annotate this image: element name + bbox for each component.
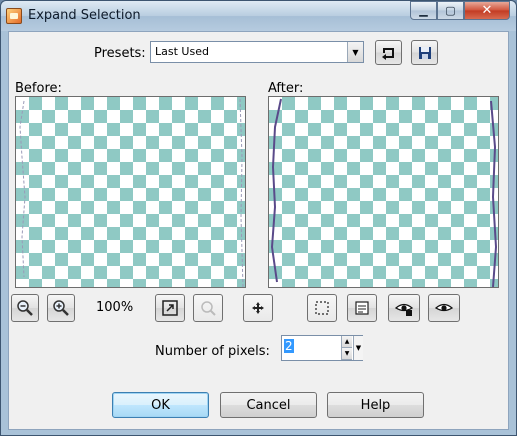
proof-window-button[interactable]: [347, 294, 377, 322]
zoom-level: 100%: [96, 300, 134, 315]
minimize-button[interactable]: ▁: [410, 1, 437, 20]
close-button[interactable]: ✕: [464, 1, 510, 20]
auto-proof-eye-icon: [395, 303, 413, 316]
pan-move-icon: [252, 302, 264, 314]
app-icon: [6, 8, 22, 24]
reset-preset-button[interactable]: [375, 40, 402, 65]
reset-arrow-icon: [381, 47, 394, 60]
selection-marquee-button[interactable]: [307, 294, 337, 322]
cancel-button[interactable]: Cancel: [220, 392, 317, 418]
zoom-out-button[interactable]: [11, 294, 39, 322]
presets-label: Presets:: [94, 46, 146, 61]
help-button[interactable]: Help: [327, 392, 424, 418]
zoom-in-icon: [53, 300, 69, 316]
number-of-pixels-value[interactable]: 2: [284, 339, 294, 353]
floppy-save-icon: [418, 46, 431, 59]
zoom-actual-button[interactable]: [193, 294, 223, 322]
before-label: Before:: [15, 81, 62, 96]
number-of-pixels-label: Number of pixels:: [155, 344, 270, 359]
ok-button[interactable]: OK: [112, 392, 209, 418]
dialog-body: Presets: Last Used ▼ Before: After: 100%…: [8, 31, 509, 430]
save-preset-button[interactable]: [411, 40, 438, 65]
after-label: After:: [268, 81, 304, 96]
proof-window-icon: [355, 301, 369, 315]
after-preview[interactable]: [268, 96, 499, 288]
zoom-in-button[interactable]: [47, 294, 75, 322]
title-bar[interactable]: Expand Selection ▁ ▢ ✕: [1, 1, 516, 31]
pan-button[interactable]: [243, 294, 273, 322]
proof-eye-icon: [435, 303, 453, 312]
presets-value: Last Used: [155, 45, 209, 58]
fit-window-button[interactable]: [155, 294, 185, 322]
before-preview[interactable]: [15, 96, 246, 288]
spin-up-icon[interactable]: ▲: [341, 336, 352, 348]
selection-marquee-before: [19, 98, 244, 287]
window-title: Expand Selection: [28, 8, 141, 23]
zoom-out-icon: [17, 300, 33, 316]
number-of-pixels-spinner[interactable]: 2 ▲ ▼ ▼: [281, 335, 363, 361]
fit-window-icon: [162, 300, 178, 316]
selection-marquee-after: [270, 98, 498, 287]
spin-down-icon[interactable]: ▼: [341, 348, 352, 360]
selection-marquee-icon: [315, 301, 329, 315]
zoom-actual-icon: [201, 301, 216, 316]
slider-dropdown-icon[interactable]: ▼: [353, 336, 363, 360]
window-controls: ▁ ▢ ✕: [410, 1, 510, 20]
chevron-down-icon[interactable]: ▼: [347, 42, 363, 62]
maximize-button[interactable]: ▢: [437, 1, 464, 20]
auto-proof-button[interactable]: [388, 294, 420, 322]
presets-dropdown[interactable]: Last Used ▼: [150, 41, 364, 63]
spinner-arrows: ▲ ▼: [341, 336, 352, 360]
expand-selection-dialog: Expand Selection ▁ ▢ ✕ Presets: Last Use…: [0, 0, 517, 436]
proof-eye-button[interactable]: [428, 294, 460, 322]
